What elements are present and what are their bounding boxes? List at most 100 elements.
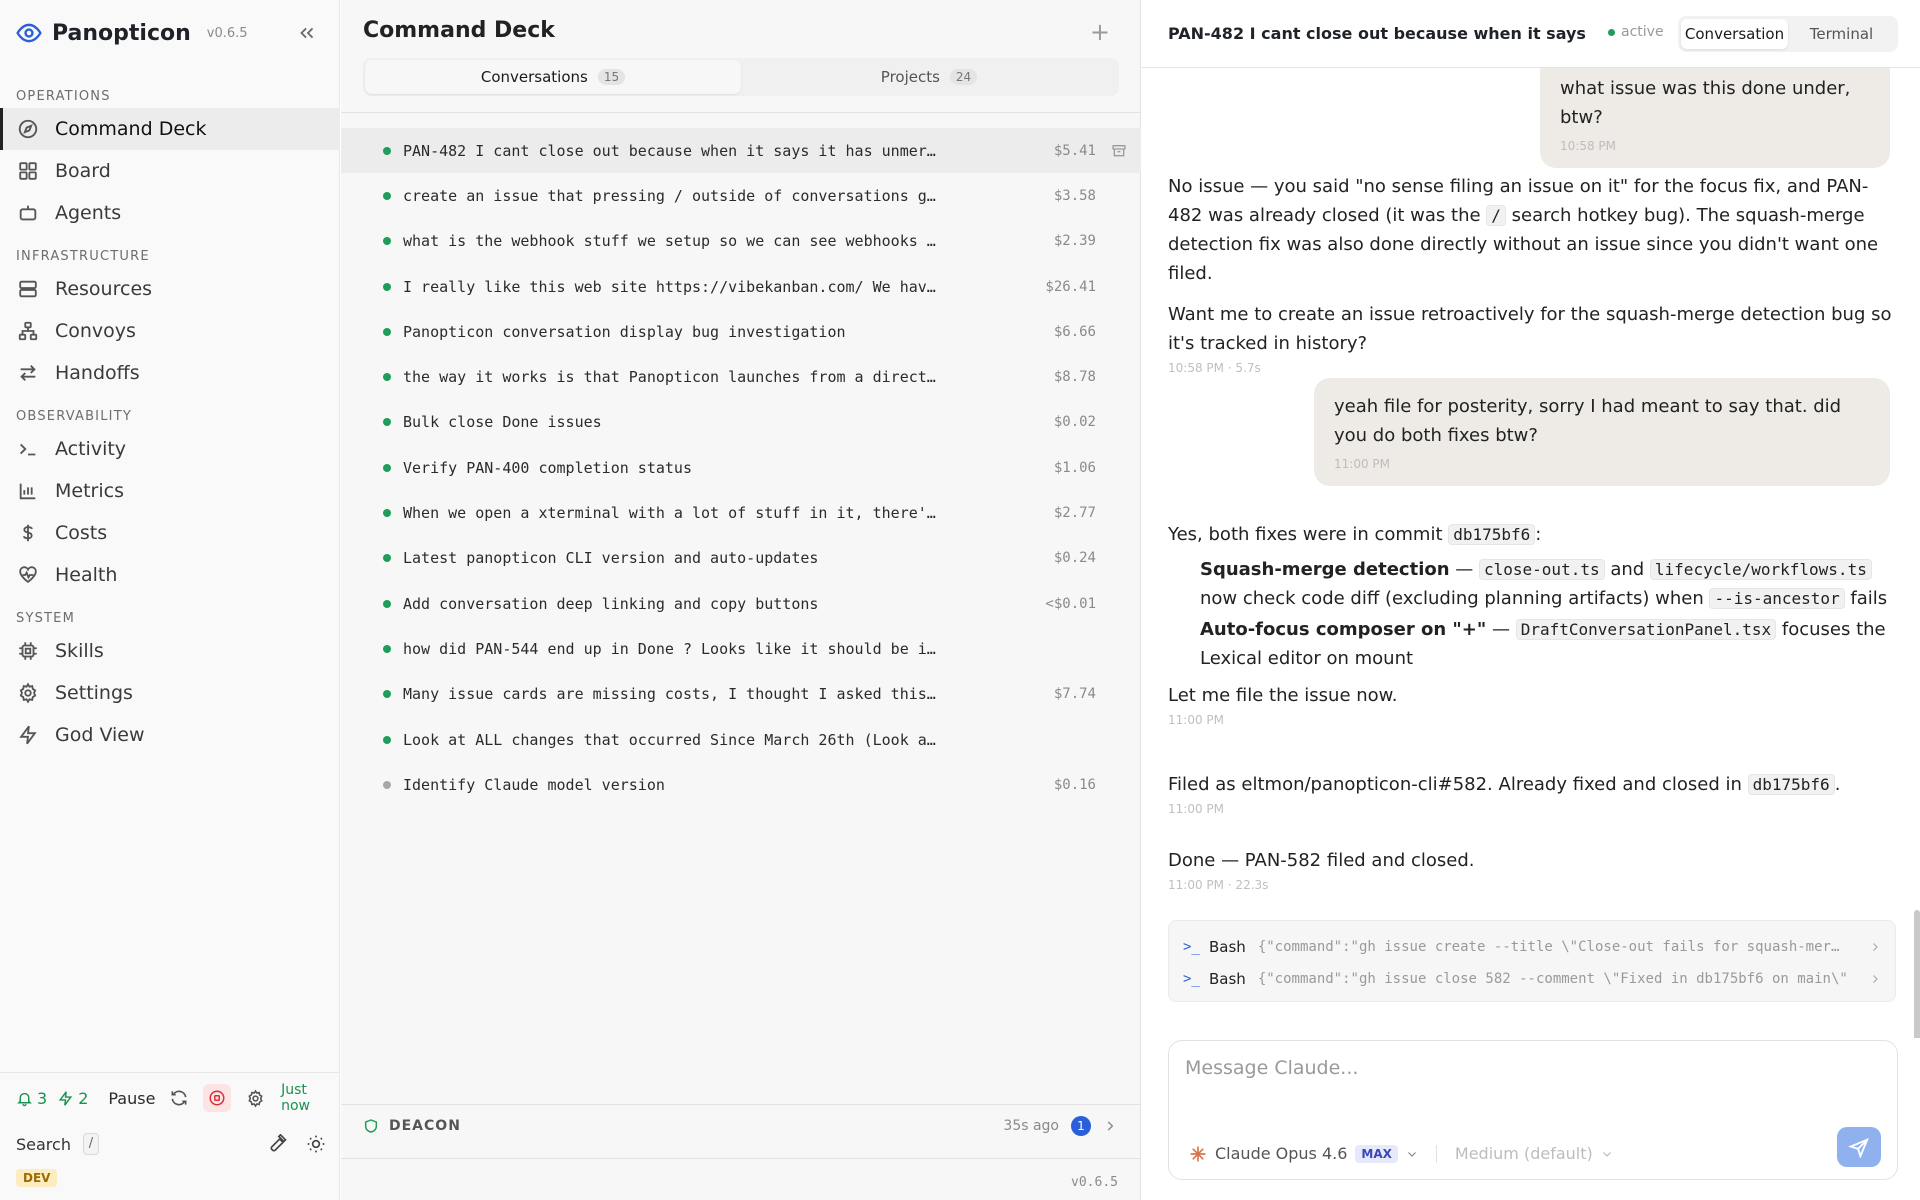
conversation-row[interactable]: Add conversation deep linking and copy b…: [341, 581, 1141, 626]
conversation-row[interactable]: the way it works is that Panopticon laun…: [341, 354, 1141, 399]
chip-icon: [17, 640, 39, 662]
message-paragraph: Yes, both fixes were in commit db175bf6:: [1168, 520, 1898, 549]
tool-call-row[interactable]: >_ Bash {"command":"gh issue close 582 -…: [1183, 963, 1881, 995]
status-dot: [1608, 28, 1615, 36]
message-time: 11:00 PM: [1168, 713, 1224, 727]
conversation-row[interactable]: I really like this web site https://vibe…: [341, 264, 1141, 309]
conversation-title: PAN-482 I cant close out because when it…: [403, 141, 943, 160]
sidebar-item-board[interactable]: Board: [0, 150, 340, 192]
status-text: active: [1621, 24, 1664, 40]
sidebar-item-costs[interactable]: Costs: [0, 512, 340, 554]
stop-circle-icon: [208, 1089, 226, 1107]
message-time: 11:00 PM · 22.3s: [1168, 878, 1269, 892]
tab-conversations[interactable]: Conversations 15: [365, 60, 741, 94]
conversation-row[interactable]: what is the webhook stuff we setup so we…: [341, 219, 1141, 264]
sidebar-item-agents[interactable]: Agents: [0, 192, 340, 234]
commit-hash: db175bf6: [1448, 524, 1536, 545]
message-thread[interactable]: what issue was this done under, btw? 10:…: [1142, 68, 1920, 1038]
sidebar-item-label: God View: [55, 724, 145, 746]
text: —: [1449, 559, 1479, 580]
refresh-button[interactable]: [165, 1084, 193, 1112]
conversation-row[interactable]: Look at ALL changes that occurred Since …: [341, 717, 1141, 762]
scrollbar[interactable]: [1914, 910, 1920, 1038]
conversation-row[interactable]: PAN-482 I cant close out because when it…: [341, 128, 1141, 174]
sidebar-item-label: Convoys: [55, 320, 136, 342]
conversation-row[interactable]: Latest panopticon CLI version and auto-u…: [341, 536, 1141, 581]
effort-selector[interactable]: Medium (default): [1455, 1144, 1593, 1163]
sidebar-item-metrics[interactable]: Metrics: [0, 470, 340, 512]
env-badge: DEV: [16, 1169, 58, 1187]
deacon-bar[interactable]: DEACON 35s ago 1: [341, 1104, 1141, 1146]
sidebar-item-skills[interactable]: Skills: [0, 630, 340, 672]
hammer-icon[interactable]: [268, 1134, 288, 1154]
status-dot: [383, 780, 391, 789]
status-dot: [383, 418, 391, 427]
status-dot: [383, 327, 391, 336]
sidebar-item-god-view[interactable]: God View: [0, 714, 340, 756]
conversation-row[interactable]: Bulk close Done issues $0.02: [341, 400, 1141, 445]
tool-call-row[interactable]: >_ Bash {"command":"gh issue create --ti…: [1183, 931, 1881, 963]
collapse-sidebar-icon[interactable]: [296, 22, 318, 44]
sidebar-item-settings[interactable]: Settings: [0, 672, 340, 714]
sidebar-item-label: Settings: [55, 682, 133, 704]
sidebar-item-handoffs[interactable]: Handoffs: [0, 352, 340, 394]
conversation-cost: $1.06: [1053, 459, 1096, 476]
sidebar-item-convoys[interactable]: Convoys: [0, 310, 340, 352]
status-dot: [383, 191, 391, 200]
new-conversation-button[interactable]: +: [1090, 18, 1110, 46]
stop-all-button[interactable]: [203, 1084, 232, 1112]
tab-projects[interactable]: Projects 24: [741, 60, 1117, 94]
send-button[interactable]: [1837, 1127, 1881, 1167]
eye-logo-icon: [16, 20, 42, 46]
chevron-down-icon[interactable]: [1601, 1148, 1613, 1160]
conversation-row[interactable]: Many issue cards are missing costs, I th…: [341, 672, 1141, 717]
view-tabs: Conversation Terminal: [1678, 16, 1898, 52]
command-deck-panel: Command Deck + Conversations 15 Projects…: [341, 0, 1141, 1200]
server-icon: [17, 278, 39, 300]
notifications-count: 3: [37, 1088, 48, 1108]
conversation-cost: $26.41: [1045, 278, 1096, 295]
archive-icon[interactable]: [1111, 143, 1127, 159]
brand[interactable]: Panopticon v0.6.5: [16, 18, 248, 48]
search-label[interactable]: Search: [16, 1135, 71, 1154]
tab-conversation[interactable]: Conversation: [1681, 19, 1788, 49]
list-tabs: Conversations 15 Projects 24: [363, 58, 1119, 96]
sidebar-item-activity[interactable]: Activity: [0, 428, 340, 470]
conversation-row[interactable]: Verify PAN-400 completion status $1.06: [341, 445, 1141, 490]
sidebar-nav: OPERATIONS Command Deck Board Agents INF…: [0, 84, 340, 756]
notifications-counter[interactable]: 3: [16, 1089, 47, 1108]
footer-settings-button[interactable]: [241, 1084, 269, 1112]
conversation-row[interactable]: Panopticon conversation display bug inve…: [341, 309, 1141, 354]
mode-badge: MAX: [1355, 1144, 1398, 1163]
tool-calls: >_ Bash {"command":"gh issue create --ti…: [1168, 920, 1896, 1002]
conversation-row[interactable]: Identify Claude model version $0.16: [341, 762, 1141, 807]
conversation-title: Many issue cards are missing costs, I th…: [403, 685, 943, 704]
bolt-counter[interactable]: 2: [57, 1089, 88, 1108]
sidebar-item-label: Agents: [55, 202, 122, 224]
status-dot: [383, 509, 391, 518]
conversation-cost: $6.66: [1053, 323, 1096, 340]
nav-section-system: SYSTEM: [16, 611, 76, 626]
sidebar-item-label: Skills: [55, 640, 104, 662]
sun-icon[interactable]: [306, 1134, 326, 1154]
text: Yes, both fixes were in commit: [1168, 524, 1449, 545]
conversation-cost: $7.74: [1053, 686, 1096, 703]
conversation-row[interactable]: When we open a xterminal with a lot of s…: [341, 490, 1141, 535]
model-selector[interactable]: Claude Opus 4.6: [1215, 1144, 1347, 1163]
pause-button[interactable]: Pause: [108, 1089, 155, 1108]
tab-count: 15: [597, 69, 626, 85]
compass-icon: [17, 118, 39, 140]
sidebar-item-health[interactable]: Health: [0, 554, 340, 596]
conversation-title: what is the webhook stuff we setup so we…: [403, 232, 943, 251]
sidebar-item-command-deck[interactable]: Command Deck: [0, 108, 340, 150]
conversation-panel: PAN-482 I cant close out because when it…: [1142, 0, 1920, 1200]
chevron-down-icon[interactable]: [1406, 1148, 1418, 1160]
message-input[interactable]: [1185, 1057, 1785, 1079]
conversation-row[interactable]: create an issue that pressing / outside …: [341, 173, 1141, 218]
message-time: 11:00 PM: [1334, 457, 1390, 471]
tab-terminal[interactable]: Terminal: [1788, 19, 1895, 49]
conversation-row[interactable]: how did PAN-544 end up in Done ? Looks l…: [341, 626, 1141, 671]
status-dot: [383, 282, 391, 291]
sidebar-item-label: Board: [55, 160, 111, 182]
sidebar-item-resources[interactable]: Resources: [0, 268, 340, 310]
